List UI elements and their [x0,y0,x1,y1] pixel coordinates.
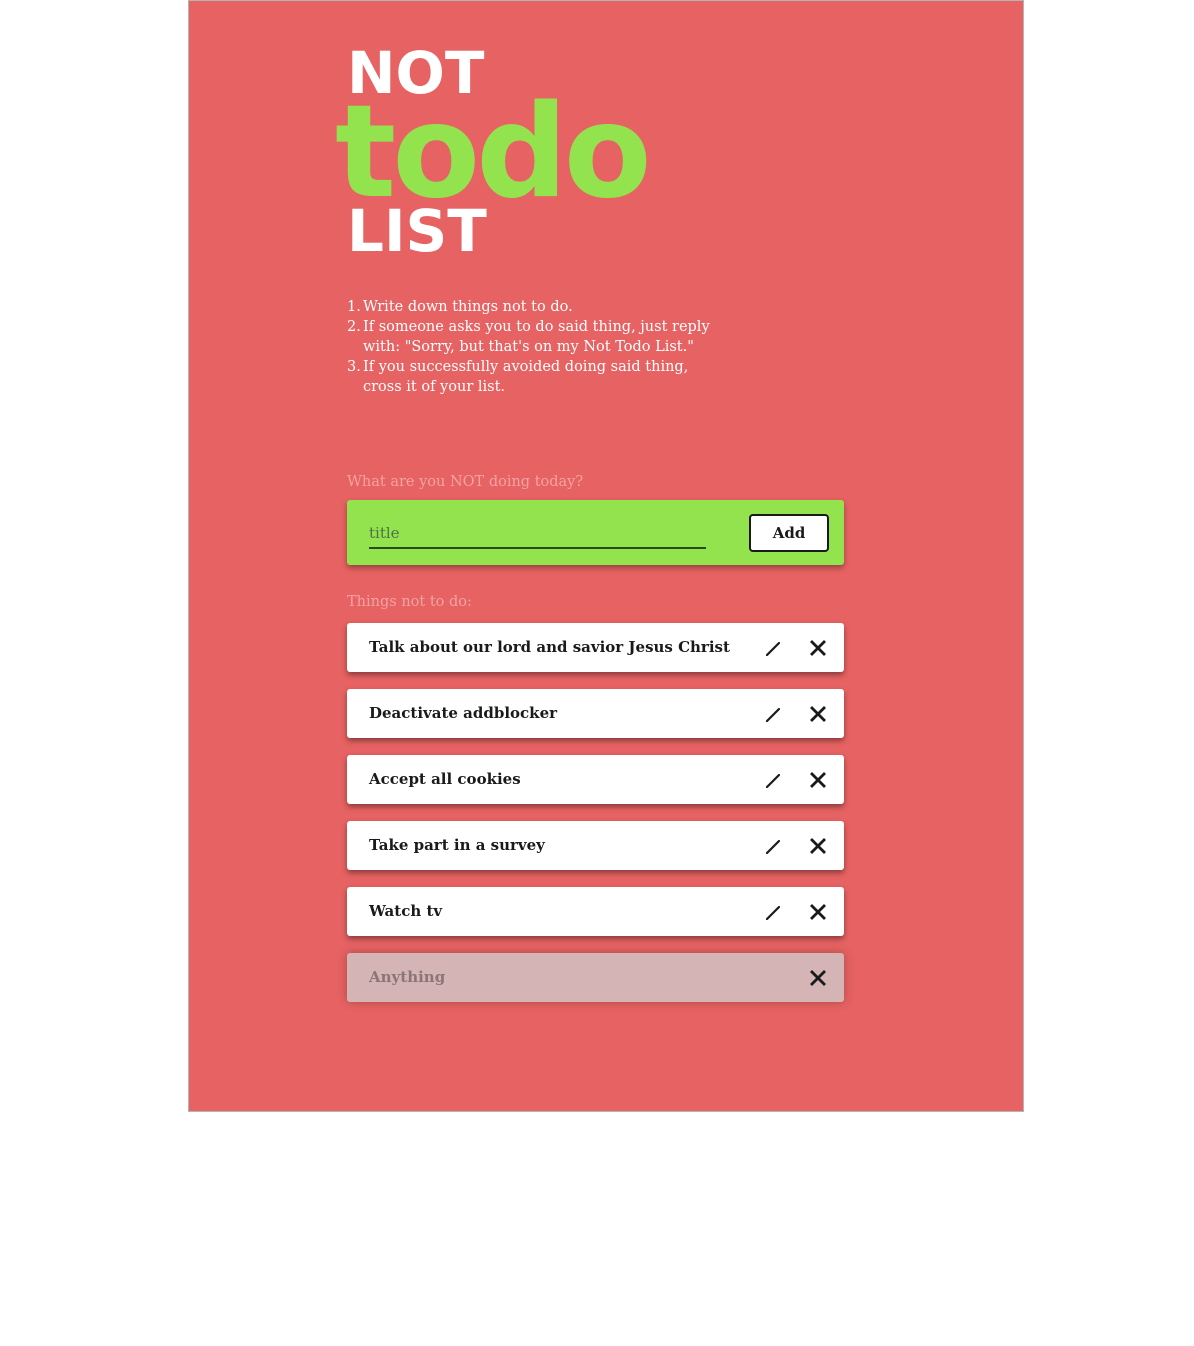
edit-button[interactable] [763,770,783,790]
pencil-icon [765,707,781,723]
edit-button[interactable] [763,638,783,658]
instruction-item: 2. If someone asks you to do said thing,… [347,317,727,357]
close-icon [810,640,826,656]
close-icon [810,904,826,920]
title-input[interactable] [369,519,706,549]
todo-title: Accept all cookies [369,770,521,788]
instruction-text: Write down things not to do. [363,299,573,315]
instruction-text: If someone asks you to do said thing, ju… [363,319,710,355]
delete-button[interactable] [808,770,828,790]
todo-title: Watch tv [369,902,443,920]
list-item[interactable]: Accept all cookies [347,755,844,804]
pencil-icon [765,773,781,789]
delete-button[interactable] [808,968,828,988]
instruction-number: 1. [347,299,361,315]
edit-button[interactable] [763,704,783,724]
todo-title: Take part in a survey [369,836,545,854]
edit-button[interactable] [763,836,783,856]
todo-title: Deactivate addblocker [369,704,558,722]
list-item[interactable]: Talk about our lord and savior Jesus Chr… [347,623,844,672]
title-word-list: LIST [347,197,487,265]
instruction-text: If you successfully avoided doing said t… [363,359,689,395]
list-item-done[interactable]: Anything [347,953,844,1002]
close-icon [810,706,826,722]
instruction-number: 3. [347,359,361,375]
delete-button[interactable] [808,836,828,856]
instruction-item: 1. Write down things not to do. [347,297,727,317]
list-item[interactable]: Take part in a survey [347,821,844,870]
pencil-icon [765,839,781,855]
pencil-icon [765,905,781,921]
todo-title: Anything [369,968,446,986]
pencil-icon [765,641,781,657]
instruction-item: 3. If you successfully avoided doing sai… [347,357,727,397]
delete-button[interactable] [808,704,828,724]
list-item[interactable]: Watch tv [347,887,844,936]
list-label: Things not to do: [347,594,472,610]
add-todo-form: Add [347,500,844,565]
close-icon [810,772,826,788]
add-button[interactable]: Add [749,514,829,552]
todo-title: Talk about our lord and savior Jesus Chr… [369,638,730,656]
edit-button[interactable] [763,902,783,922]
app-panel: NOT todo LIST 1. Write down things not t… [188,0,1024,1112]
close-icon [810,970,826,986]
list-item[interactable]: Deactivate addblocker [347,689,844,738]
delete-button[interactable] [808,638,828,658]
add-form-label: What are you NOT doing today? [347,474,584,490]
delete-button[interactable] [808,902,828,922]
close-icon [810,838,826,854]
instructions-list: 1. Write down things not to do. 2. If so… [347,297,727,397]
instruction-number: 2. [347,319,361,335]
not-todo-list: Talk about our lord and savior Jesus Chr… [347,623,844,1019]
